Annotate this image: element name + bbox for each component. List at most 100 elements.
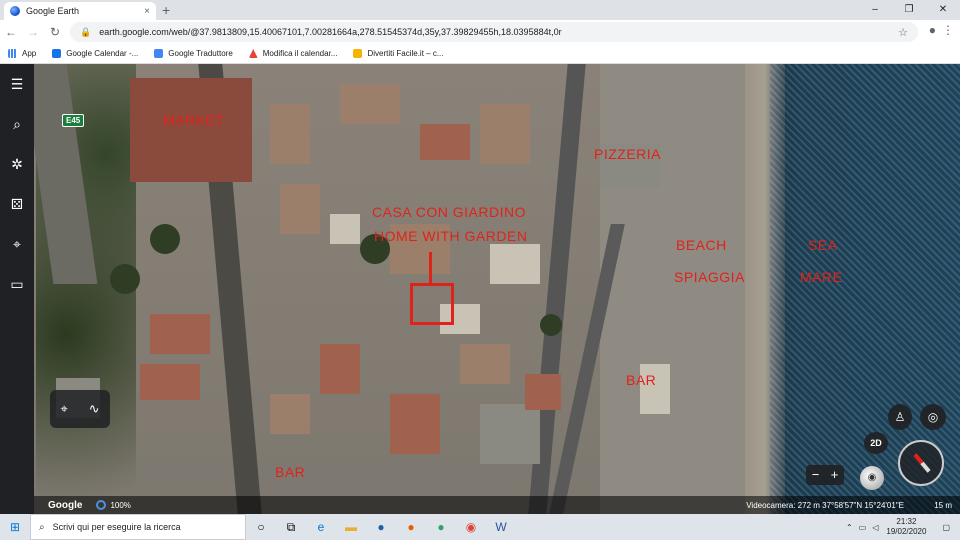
- chrome-icon[interactable]: ◉: [456, 520, 486, 534]
- window-controls: – ❐ ✕: [858, 0, 960, 20]
- search-icon[interactable]: ⌕: [0, 116, 34, 133]
- zoom-percent: 100%: [110, 500, 131, 510]
- bookmark-modifica-calendar[interactable]: Modifica il calendar...: [248, 49, 338, 58]
- hangouts-icon[interactable]: ●: [426, 520, 456, 534]
- projects-pin-icon[interactable]: ⌖: [0, 236, 34, 253]
- windows-taskbar: ⊞ ⌕ Scrivi qui per eseguire la ricerca ○…: [0, 514, 960, 540]
- google-logo: Google: [48, 499, 83, 511]
- label-home-with-garden: HOME WITH GARDEN: [374, 228, 528, 244]
- taskbar-clock[interactable]: 21:32 19/02/2020: [886, 517, 926, 537]
- cortana-icon[interactable]: ○: [246, 520, 276, 534]
- address-bar[interactable]: 🔒 earth.google.com/web/@37.9813809,15.40…: [70, 22, 918, 42]
- my-location-icon[interactable]: ◎: [920, 404, 946, 430]
- location-pin-icon[interactable]: ⌖: [60, 401, 67, 417]
- compass-needle: [913, 453, 931, 473]
- camera-readout: Videocamera: 272 m 37°58'57"N 15°24'01"E: [746, 500, 904, 510]
- building: [140, 364, 200, 400]
- voyager-icon[interactable]: ✲: [0, 156, 34, 173]
- menu-dots-icon[interactable]: ⋮: [942, 23, 954, 37]
- home-pointer-line: [429, 252, 432, 284]
- profile-avatar-icon[interactable]: ●: [929, 23, 936, 37]
- bookmark-label: Google Calendar -...: [66, 49, 139, 58]
- building: [480, 404, 540, 464]
- path-line-icon[interactable]: ∿: [89, 401, 100, 417]
- hamburger-menu-icon[interactable]: ☰: [0, 76, 34, 93]
- task-view-icon[interactable]: ⧉: [276, 520, 306, 535]
- label-bar-beach: BAR: [626, 372, 657, 388]
- notifications-icon[interactable]: ▢: [942, 523, 950, 532]
- bookmark-divertiti-facile[interactable]: Divertiti Facile.it – c...: [353, 49, 443, 58]
- divertiti-logo-icon: [353, 49, 363, 58]
- label-market: MARKET: [163, 112, 225, 128]
- earth-status-bar: Google 100% Videocamera: 272 m 37°58'57"…: [34, 496, 960, 514]
- bookmark-google-calendar[interactable]: Google Calendar -...: [52, 49, 138, 58]
- github-icon[interactable]: ●: [366, 520, 396, 534]
- taskbar-search-placeholder: Scrivi qui per eseguire la ricerca: [52, 522, 181, 532]
- building: [390, 394, 440, 454]
- network-icon[interactable]: ▭: [859, 523, 867, 532]
- browser-titlebar: Google Earth × + – ❐ ✕: [0, 0, 960, 20]
- windows-start-icon[interactable]: ⊞: [0, 520, 30, 534]
- label-mare: MARE: [800, 269, 843, 285]
- measure-ruler-icon[interactable]: ▭: [0, 276, 34, 293]
- tab-google-earth[interactable]: Google Earth ×: [4, 2, 156, 20]
- volume-icon[interactable]: ◁: [872, 523, 878, 532]
- forward-arrow-icon[interactable]: →: [22, 25, 44, 39]
- back-arrow-icon[interactable]: ←: [0, 25, 22, 39]
- bookmark-label: Modifica il calendar...: [262, 49, 338, 58]
- tab-close-icon[interactable]: ×: [144, 6, 150, 17]
- toggle-2d-button[interactable]: 2D: [864, 432, 888, 454]
- globe-icon[interactable]: ◉: [860, 466, 884, 490]
- clock-time: 21:32: [896, 517, 917, 526]
- warning-triangle-icon: [248, 49, 258, 58]
- google-earth-favicon-icon: [10, 6, 20, 16]
- tree: [150, 224, 180, 254]
- word-icon[interactable]: W: [486, 520, 516, 534]
- label-casa-con-giardino: CASA CON GIARDINO: [372, 204, 526, 220]
- edge-icon[interactable]: e: [306, 520, 336, 534]
- zoom-in-button[interactable]: +: [831, 465, 839, 485]
- file-explorer-icon[interactable]: ▬: [336, 520, 366, 534]
- map-tools-panel: ⌖ ∿: [50, 390, 110, 428]
- building: [480, 104, 530, 164]
- reload-icon[interactable]: ↻: [44, 25, 66, 39]
- compass-icon[interactable]: [898, 440, 944, 486]
- lock-icon[interactable]: 🔒: [80, 27, 91, 38]
- satellite-map[interactable]: E45 MARKET PIZZERIA CASA CON GIARDINO HO…: [0, 64, 960, 514]
- building: [330, 214, 360, 244]
- tree: [540, 314, 562, 336]
- bookmark-label: App: [22, 49, 37, 58]
- maximize-button[interactable]: ❐: [892, 0, 926, 20]
- tray-arrow-icon[interactable]: ⌃: [846, 523, 853, 532]
- feeling-lucky-dice-icon[interactable]: ⚄: [0, 196, 34, 213]
- building: [150, 314, 210, 354]
- search-icon: ⌕: [39, 521, 45, 533]
- new-tab-button[interactable]: +: [162, 3, 170, 17]
- building: [270, 104, 310, 164]
- label-pizzeria: PIZZERIA: [594, 146, 662, 162]
- label-beach: BEACH: [676, 237, 727, 253]
- building: [420, 124, 470, 160]
- zoom-out-button[interactable]: −: [812, 465, 820, 485]
- bookmark-google-translate[interactable]: Google Traduttore: [154, 49, 233, 58]
- firefox-icon[interactable]: ●: [396, 520, 426, 534]
- system-tray: ⌃ ▭ ◁ 21:32 19/02/2020 ▢: [846, 514, 960, 540]
- url-text[interactable]: earth.google.com/web/@37.9813809,15.4006…: [99, 27, 561, 37]
- bookmark-label: Google Traduttore: [168, 49, 233, 58]
- bookmark-star-icon[interactable]: ☆: [898, 26, 908, 39]
- zoom-control: − +: [806, 465, 844, 485]
- building: [270, 394, 310, 434]
- taskbar-search-box[interactable]: ⌕ Scrivi qui per eseguire la ricerca: [30, 514, 246, 540]
- market-building: [130, 78, 252, 182]
- apps-grid-icon: [8, 49, 17, 58]
- label-spiaggia: SPIAGGIA: [674, 269, 745, 285]
- close-window-button[interactable]: ✕: [926, 0, 960, 20]
- home-highlight-box: [410, 283, 454, 325]
- building: [280, 184, 320, 234]
- bookmark-label: Divertiti Facile.it – c...: [367, 49, 444, 58]
- bookmark-apps[interactable]: App: [8, 49, 36, 58]
- minimize-button[interactable]: –: [858, 0, 892, 20]
- toolbar-right: ● ⋮: [929, 23, 954, 37]
- pegman-icon[interactable]: ♙: [888, 404, 912, 430]
- label-bar-town: BAR: [275, 464, 306, 480]
